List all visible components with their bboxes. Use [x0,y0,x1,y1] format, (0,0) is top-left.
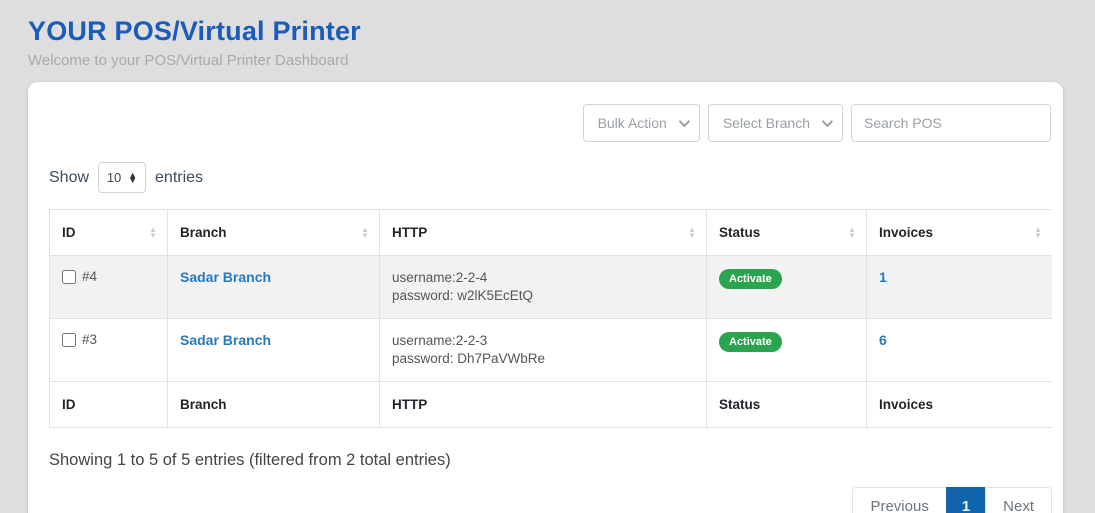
column-header-label: Branch [180,225,227,240]
pos-card: Bulk Action Select Branch Show 10 ▲▼ ent… [28,82,1063,513]
next-page-button[interactable]: Next [985,487,1052,513]
length-menu: Show 10 ▲▼ entries [49,162,1051,193]
sort-arrows-icon: ▲▼ [361,227,369,239]
column-header-label: Status [719,225,760,240]
select-branch-selected-label: Select Branch [723,115,810,131]
row-checkbox[interactable] [62,333,76,347]
pos-table-wrap: ID ▲▼ Branch ▲▼ HTTP ▲▼ Status ▲▼ [49,209,1052,428]
column-header-label: Invoices [879,225,933,240]
branch-link[interactable]: Sadar Branch [180,269,271,285]
column-header-id[interactable]: ID ▲▼ [50,210,168,256]
table-row: #4 Sadar Branch username:2-2-4 password:… [50,256,1053,319]
select-branch-select[interactable]: Select Branch [708,104,843,142]
row-checkbox[interactable] [62,270,76,284]
entries-per-page-value: 10 [107,170,121,185]
sort-arrows-icon: ▲▼ [149,227,157,239]
page-title: YOUR POS/Virtual Printer [28,16,1095,47]
entries-summary: Showing 1 to 5 of 5 entries (filtered fr… [49,451,1051,470]
status-badge[interactable]: Activate [719,269,782,289]
footer-header-branch: Branch [168,382,380,428]
id-cell: #3 [50,319,168,382]
http-password: password: w2lK5EcEtQ [392,287,694,305]
bulk-action-select[interactable]: Bulk Action [583,104,700,142]
pagination: Previous 1 Next [852,487,1052,513]
sort-arrows-icon: ▲▼ [688,227,696,239]
invoices-link[interactable]: 1 [879,269,887,285]
entries-per-page-select[interactable]: 10 ▲▼ [98,162,146,193]
page-subtitle: Welcome to your POS/Virtual Printer Dash… [28,52,1095,69]
status-cell: Activate [707,319,867,382]
column-header-invoices[interactable]: Invoices ▲▼ [867,210,1053,256]
branch-cell: Sadar Branch [168,319,380,382]
http-cell: username:2-2-4 password: w2lK5EcEtQ [380,256,707,319]
current-page-button[interactable]: 1 [946,487,986,513]
invoices-link[interactable]: 6 [879,332,887,348]
branch-link[interactable]: Sadar Branch [180,332,271,348]
id-cell: #4 [50,256,168,319]
footer-header-status: Status [707,382,867,428]
page-header: YOUR POS/Virtual Printer Welcome to your… [0,0,1095,69]
http-password: password: Dh7PaVWbRe [392,350,694,368]
branch-cell: Sadar Branch [168,256,380,319]
up-down-arrows-icon: ▲▼ [128,173,137,183]
chevron-down-icon [679,116,690,127]
table-footer-row: ID Branch HTTP Status Invoices [50,382,1053,428]
invoices-cell: 1 [867,256,1053,319]
length-menu-prefix-label: Show [49,169,89,187]
status-badge[interactable]: Activate [719,332,782,352]
pagination-row: Previous 1 Next [49,487,1052,513]
bulk-action-selected-label: Bulk Action [598,115,667,131]
search-input[interactable] [851,104,1051,142]
column-header-http[interactable]: HTTP ▲▼ [380,210,707,256]
invoices-cell: 6 [867,319,1053,382]
status-cell: Activate [707,256,867,319]
http-username: username:2-2-4 [392,269,694,287]
toolbar: Bulk Action Select Branch [49,104,1051,142]
sort-arrows-icon: ▲▼ [848,227,856,239]
column-header-label: HTTP [392,225,427,240]
http-username: username:2-2-3 [392,332,694,350]
column-header-label: ID [62,225,76,240]
table-row: #3 Sadar Branch username:2-2-3 password:… [50,319,1053,382]
footer-header-http: HTTP [380,382,707,428]
length-menu-suffix-label: entries [155,169,203,187]
footer-header-invoices: Invoices [867,382,1053,428]
pos-table: ID ▲▼ Branch ▲▼ HTTP ▲▼ Status ▲▼ [49,209,1052,428]
row-id: #4 [82,269,97,284]
http-cell: username:2-2-3 password: Dh7PaVWbRe [380,319,707,382]
sort-arrows-icon: ▲▼ [1034,227,1042,239]
footer-header-id: ID [50,382,168,428]
column-header-branch[interactable]: Branch ▲▼ [168,210,380,256]
previous-page-button[interactable]: Previous [852,487,946,513]
column-header-status[interactable]: Status ▲▼ [707,210,867,256]
chevron-down-icon [822,116,833,127]
table-header-row: ID ▲▼ Branch ▲▼ HTTP ▲▼ Status ▲▼ [50,210,1053,256]
row-id: #3 [82,332,97,347]
